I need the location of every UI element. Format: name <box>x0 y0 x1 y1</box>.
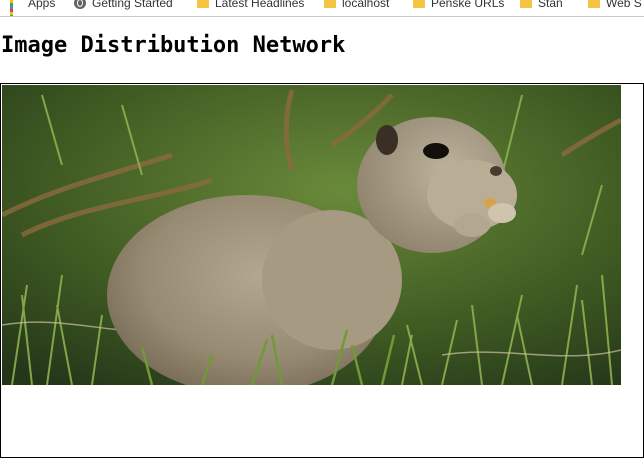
page-title: Image Distribution Network <box>1 33 346 58</box>
bookmark-label: Apps <box>28 0 56 10</box>
ground-squirrel-photo <box>2 85 621 385</box>
bookmark-label: Stan <box>538 0 563 10</box>
image-frame <box>0 83 644 458</box>
folder-icon <box>324 0 336 8</box>
folder-icon <box>520 0 532 8</box>
bookmark-web[interactable]: Web S <box>588 0 642 11</box>
bookmark-apps[interactable]: Apps <box>10 0 56 16</box>
bookmark-label: localhost <box>342 0 390 10</box>
globe-icon <box>74 0 86 9</box>
bookmark-label: Web S <box>606 0 642 10</box>
bookmarks-bar: Apps Getting Started Latest Headlines lo… <box>0 0 644 17</box>
bookmark-getting-started[interactable]: Getting Started <box>74 0 173 11</box>
bookmark-latest-headlines[interactable]: Latest Headlines <box>197 0 304 11</box>
apps-grid-icon <box>10 0 22 16</box>
folder-icon <box>413 0 425 8</box>
bookmark-stan[interactable]: Stan <box>520 0 563 11</box>
bookmark-label: Latest Headlines <box>215 0 305 10</box>
folder-icon <box>588 0 600 8</box>
bookmark-penske-urls[interactable]: Penske URLs <box>413 0 504 11</box>
folder-icon <box>197 0 209 8</box>
bookmark-label: Getting Started <box>92 0 173 10</box>
bookmark-localhost[interactable]: localhost <box>324 0 389 11</box>
bookmark-label: Penske URLs <box>431 0 505 10</box>
